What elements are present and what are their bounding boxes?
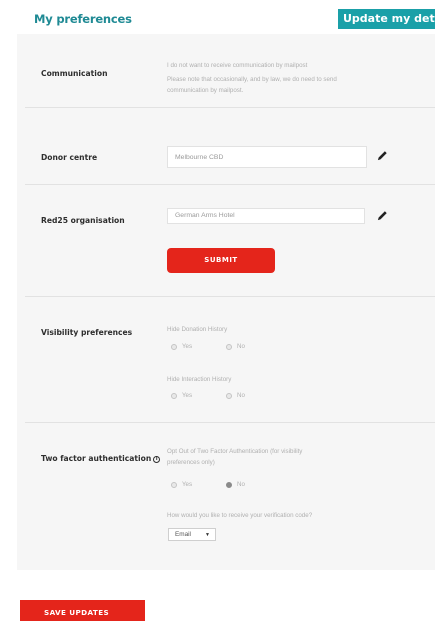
radio-dot — [226, 393, 232, 399]
radio-dot — [171, 393, 177, 399]
communication-note-cont: communication by mailpost. — [167, 87, 244, 94]
divider — [25, 296, 435, 297]
radio-dot — [171, 344, 177, 350]
pencil-icon[interactable] — [377, 210, 388, 221]
red25-organisation-field[interactable]: German Arms Hotel — [167, 208, 365, 224]
radio-label: No — [237, 481, 245, 488]
radio-label: No — [237, 343, 245, 350]
two-factor-opt-out-text-cont: preferences only) — [167, 459, 215, 466]
donor-centre-field[interactable]: Melbourne CBD — [167, 146, 367, 168]
donation-history-no-radio[interactable]: No — [226, 343, 256, 353]
verification-method-select[interactable]: Email ▼ — [168, 528, 216, 541]
radio-label: Yes — [182, 392, 193, 399]
two-factor-label-text: Two factor authentication — [41, 454, 152, 463]
radio-label: Yes — [182, 481, 193, 488]
radio-dot — [226, 344, 232, 350]
hide-donation-history-label: Hide Donation History — [167, 326, 228, 333]
verification-method-question: How would you like to receive your verif… — [167, 512, 313, 519]
chevron-down-icon: ▼ — [205, 532, 210, 538]
hide-interaction-history-label: Hide Interaction History — [167, 376, 232, 383]
red25-organisation-label: Red25 organisation — [41, 216, 125, 225]
radio-label: Yes — [182, 343, 193, 350]
interaction-history-yes-radio[interactable]: Yes — [171, 392, 201, 402]
communication-option[interactable]: I do not want to receive communication b… — [167, 60, 307, 71]
divider — [25, 107, 435, 108]
submit-button[interactable]: SUBMIT — [167, 248, 275, 273]
two-factor-label: Two factor authentication i — [41, 454, 161, 463]
update-details-button[interactable]: Update my details — [338, 9, 435, 29]
radio-dot — [171, 482, 177, 488]
page-title: My preferences — [34, 12, 132, 26]
communication-note: Please note that occasionally, and by la… — [167, 76, 337, 83]
divider — [25, 184, 435, 185]
pencil-icon[interactable] — [377, 150, 388, 161]
preferences-panel: Communication I do not want to receive c… — [17, 34, 435, 570]
radio-label: No — [237, 392, 245, 399]
info-icon[interactable]: i — [153, 456, 161, 463]
divider — [25, 422, 435, 423]
donation-history-yes-radio[interactable]: Yes — [171, 343, 201, 353]
radio-dot-selected — [226, 482, 232, 488]
visibility-preferences-label: Visibility preferences — [41, 328, 133, 337]
two-factor-yes-radio[interactable]: Yes — [171, 481, 201, 491]
interaction-history-no-radio[interactable]: No — [226, 392, 256, 402]
donor-centre-label: Donor centre — [41, 153, 98, 162]
save-updates-button[interactable]: SAVE UPDATES — [20, 600, 145, 621]
communication-label: Communication — [41, 69, 108, 78]
two-factor-opt-out-text: Opt Out of Two Factor Authentication (fo… — [167, 448, 303, 455]
select-value: Email — [175, 531, 191, 538]
two-factor-no-radio[interactable]: No — [226, 481, 256, 491]
